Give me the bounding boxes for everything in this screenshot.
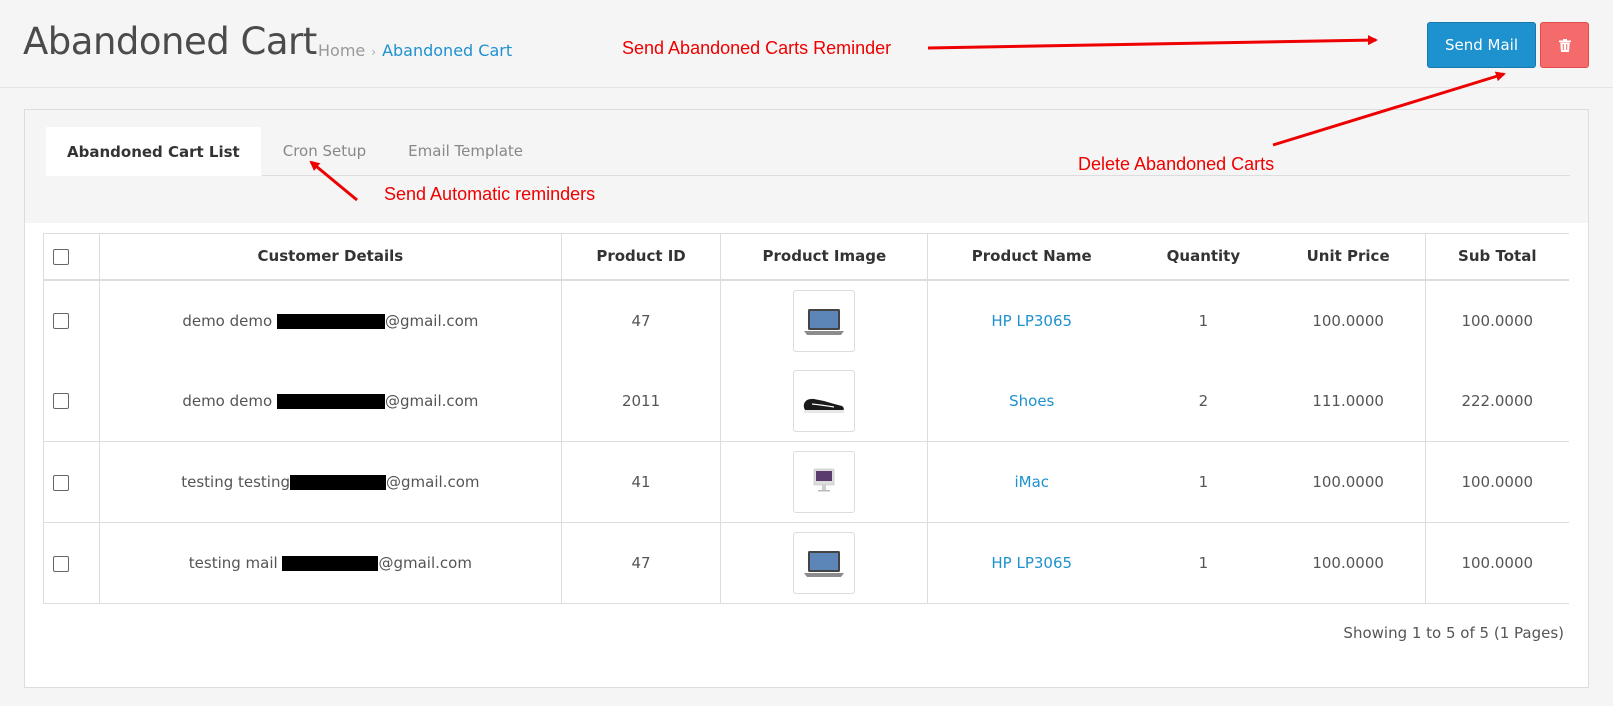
send-mail-button[interactable]: Send Mail: [1427, 22, 1536, 68]
redacted-email: [276, 393, 385, 409]
sub-total: 100.0000: [1424, 279, 1569, 361]
quantity: 1: [1135, 441, 1272, 523]
column-header: Customer Details: [98, 233, 562, 281]
table-row: testing mail @gmail.com 47 HP LP3065 1 1…: [43, 522, 1569, 604]
select-all-checkbox[interactable]: [53, 248, 69, 265]
cart-table: Customer Details Product ID Product Imag…: [43, 233, 1569, 604]
row-checkbox[interactable]: [53, 313, 69, 329]
column-header: Unit Price: [1271, 233, 1426, 281]
redacted-email: [290, 475, 387, 490]
email-domain: @gmail.com: [378, 554, 472, 572]
sub-total: 100.0000: [1424, 441, 1569, 523]
product-id: 47: [560, 279, 721, 361]
table-row: demo demo @gmail.com 2011 Shoes 2 111.00…: [43, 360, 1569, 442]
tab-cron-setup[interactable]: Cron Setup: [262, 126, 387, 176]
delete-button[interactable]: [1540, 22, 1589, 68]
tab-bar: Abandoned Cart List Cron Setup Email Tem…: [45, 126, 1570, 176]
product-image-laptop[interactable]: [793, 289, 856, 352]
quantity: 2: [1135, 360, 1272, 442]
select-all-cell: [43, 233, 100, 281]
tab-abandoned-cart-list[interactable]: Abandoned Cart List: [45, 126, 262, 176]
sub-total: 222.0000: [1424, 360, 1569, 442]
trash-icon: [1558, 38, 1571, 52]
product-name-link[interactable]: Shoes: [1009, 392, 1054, 410]
sub-total: 100.0000: [1424, 522, 1569, 604]
customer-name: testing testing: [181, 473, 291, 491]
cart-table-wrapper: Customer Details Product ID Product Imag…: [43, 233, 1569, 604]
product-id: 2011: [560, 360, 721, 442]
column-header: Quantity: [1135, 233, 1272, 281]
email-domain: @gmail.com: [386, 473, 480, 491]
customer-details: testing testing @gmail.com: [98, 441, 562, 523]
column-header: Product Name: [927, 233, 1136, 281]
table-row: testing testing @gmail.com 41 iMac 1 100.…: [43, 441, 1569, 523]
customer-name: testing mail: [188, 554, 278, 572]
product-image-shoe[interactable]: [793, 369, 856, 432]
redacted-email: [282, 556, 379, 571]
unit-price: 111.0000: [1271, 360, 1426, 442]
product-image-laptop[interactable]: [793, 532, 856, 594]
customer-details: demo demo @gmail.com: [98, 360, 562, 442]
customer-details: demo demo @gmail.com: [98, 279, 562, 361]
customer-name: demo demo: [182, 391, 273, 410]
product-name-link[interactable]: HP LP3065: [991, 312, 1072, 330]
breadcrumb-current[interactable]: Abandoned Cart: [382, 41, 512, 60]
annotation-automatic-reminders: Send Automatic reminders: [384, 184, 596, 204]
row-checkbox[interactable]: [53, 555, 69, 572]
product-name-link[interactable]: HP LP3065: [991, 554, 1072, 572]
table-row: demo demo @gmail.com 47 HP LP3065 1 100.…: [43, 279, 1569, 361]
annotation-delete-carts: Delete Abandoned Carts: [1078, 154, 1275, 174]
page-title: Abandoned Cart: [23, 20, 317, 63]
breadcrumb-separator: ›: [371, 45, 377, 59]
unit-price: 100.0000: [1271, 522, 1426, 604]
redacted-email: [276, 313, 385, 329]
column-header: Sub Total: [1424, 233, 1569, 281]
quantity: 1: [1198, 311, 1209, 330]
panel-tab-area: Abandoned Cart List Cron Setup Email Tem…: [25, 110, 1588, 223]
customer-name: demo demo: [182, 311, 273, 330]
column-header: Product Image: [720, 233, 928, 281]
email-domain: @gmail.com: [384, 391, 479, 410]
customer-details: testing mail @gmail.com: [98, 522, 562, 604]
email-domain: @gmail.com: [384, 311, 479, 330]
row-checkbox[interactable]: [53, 474, 69, 491]
unit-price: 100.0000: [1312, 311, 1384, 330]
annotation-send-reminder: Send Abandoned Carts Reminder: [622, 38, 892, 58]
breadcrumb: Home › Abandoned Cart: [318, 41, 512, 60]
product-image-imac[interactable]: [793, 451, 856, 513]
table-header-row: Customer Details Product ID Product Imag…: [43, 233, 1569, 281]
pagination-info: Showing 1 to 5 of 5 (1 Pages): [1343, 624, 1564, 642]
product-id: 41: [560, 441, 721, 523]
unit-price: 100.0000: [1271, 441, 1426, 523]
tab-email-template[interactable]: Email Template: [387, 126, 544, 176]
product-name-link[interactable]: iMac: [1014, 473, 1049, 491]
product-id: 47: [560, 522, 721, 604]
row-checkbox[interactable]: [53, 393, 69, 410]
column-header: Product ID: [560, 233, 721, 281]
breadcrumb-home[interactable]: Home: [318, 41, 365, 60]
quantity: 1: [1135, 522, 1272, 604]
